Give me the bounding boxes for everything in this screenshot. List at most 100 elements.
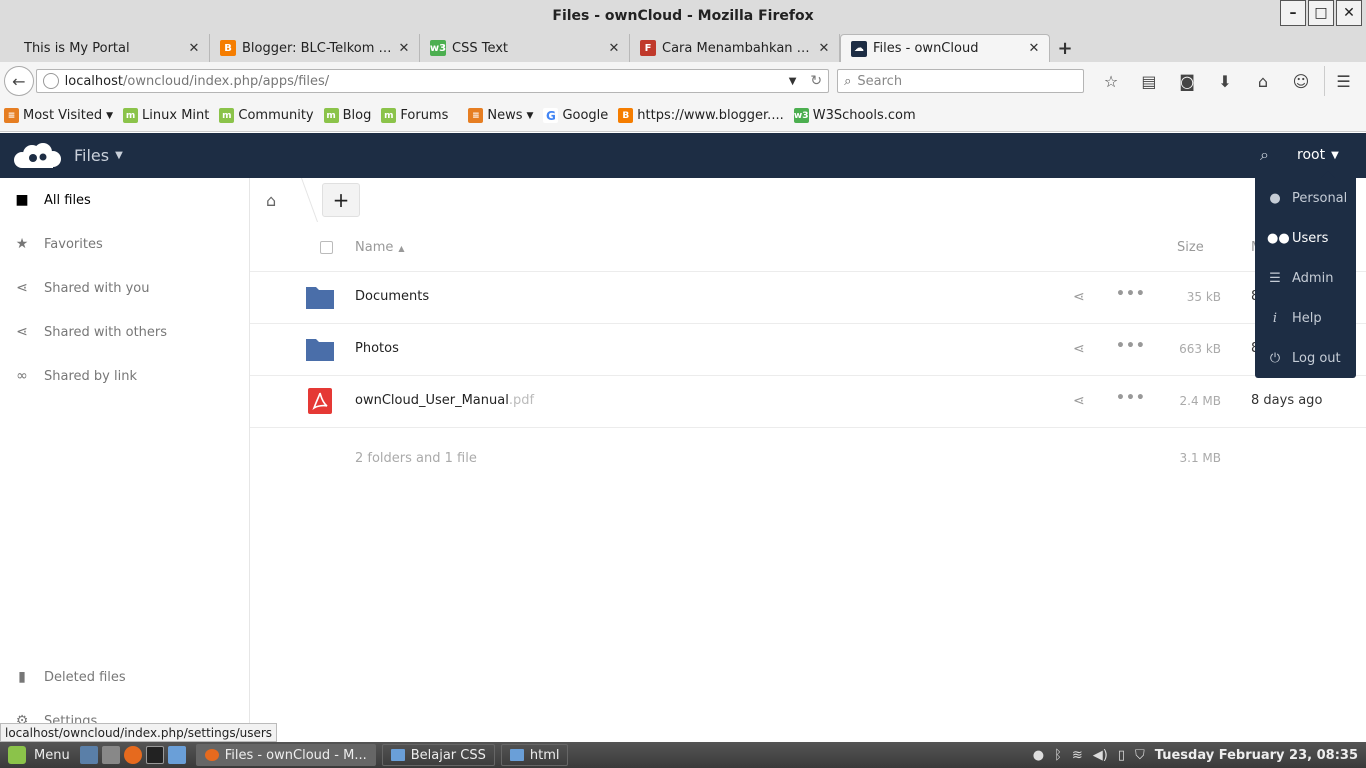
sidebar: ■ All files ★ Favorites ⋖ Shared with yo… bbox=[0, 178, 250, 742]
sidebar-item-deleted-files[interactable]: ▮ Deleted files bbox=[0, 655, 126, 699]
sidebar-item-favorites[interactable]: ★ Favorites bbox=[0, 222, 249, 266]
terminal-icon[interactable] bbox=[145, 746, 164, 764]
tab-blogger[interactable]: B Blogger: BLC-Telkom Klat… ✕ bbox=[210, 34, 420, 62]
reload-icon[interactable]: ↻ bbox=[810, 73, 822, 89]
firefox-icon[interactable] bbox=[123, 746, 142, 764]
home-icon[interactable]: ⌂ bbox=[266, 191, 286, 210]
sidebar-item-shared-with-you[interactable]: ⋖ Shared with you bbox=[0, 266, 249, 310]
more-actions-icon[interactable]: ••• bbox=[1116, 390, 1146, 406]
share-icon[interactable]: ⋖ bbox=[1073, 341, 1085, 357]
app-name: Files bbox=[74, 146, 110, 165]
file-name[interactable]: Photos bbox=[355, 341, 399, 356]
tab-css-text[interactable]: w3 CSS Text ✕ bbox=[420, 34, 630, 62]
file-name[interactable]: ownCloud_User_Manual.pdf bbox=[355, 393, 534, 408]
tab-close-icon[interactable]: ✕ bbox=[817, 41, 831, 56]
column-size-header[interactable]: Size bbox=[1177, 240, 1204, 255]
download-icon[interactable]: ⬇ bbox=[1206, 66, 1244, 96]
user-name: root bbox=[1297, 147, 1326, 163]
sidebar-item-label: Favorites bbox=[44, 236, 103, 252]
tab-close-icon[interactable]: ✕ bbox=[607, 41, 621, 56]
screenshot-icon[interactable] bbox=[101, 746, 120, 764]
bookmark-news[interactable]: ≡ News ▼ bbox=[468, 108, 533, 123]
bookmark-label: Google bbox=[562, 108, 609, 123]
new-file-button[interactable]: + bbox=[322, 183, 360, 217]
share-icon[interactable]: ⋖ bbox=[1073, 393, 1085, 409]
select-all-checkbox[interactable] bbox=[320, 241, 333, 254]
bookmark-label: Blog bbox=[342, 108, 372, 123]
bookmark-most-visited[interactable]: ≡ Most Visited ▼ bbox=[4, 108, 113, 123]
sidebar-item-shared-by-link[interactable]: ∞ Shared by link bbox=[0, 354, 249, 398]
tab-close-icon[interactable]: ✕ bbox=[187, 41, 201, 56]
bookmark-community[interactable]: m Community bbox=[219, 108, 314, 123]
file-name[interactable]: Documents bbox=[355, 289, 429, 304]
info-icon: i bbox=[1272, 310, 1278, 326]
close-window-button[interactable]: ✕ bbox=[1336, 0, 1362, 26]
chevron-down-icon: ▼ bbox=[1331, 149, 1339, 161]
table-row[interactable]: Documents ⋖ ••• 35 kB 8 bbox=[250, 272, 1366, 324]
url-dropdown-icon[interactable]: ▼ bbox=[789, 76, 797, 87]
volume-icon[interactable]: ◀) bbox=[1093, 748, 1108, 763]
owncloud-logo[interactable] bbox=[12, 142, 64, 170]
user-icon[interactable]: ● bbox=[1033, 748, 1044, 763]
home-icon[interactable]: ⌂ bbox=[1244, 66, 1282, 96]
file-basename: ownCloud_User_Manual bbox=[355, 393, 509, 408]
table-row[interactable]: Photos ⋖ ••• 663 kB 8 bbox=[250, 324, 1366, 376]
search-input[interactable]: ⌕ Search bbox=[837, 69, 1084, 93]
bookmark-forums[interactable]: m Forums bbox=[381, 108, 448, 123]
menu-item-admin[interactable]: ☰ Admin bbox=[1255, 258, 1356, 298]
menu-item-help[interactable]: i Help bbox=[1255, 298, 1356, 338]
menu-item-users[interactable]: ●● Users bbox=[1255, 218, 1356, 258]
table-row[interactable]: ownCloud_User_Manual.pdf ⋖ ••• 2.4 MB 8 … bbox=[250, 376, 1366, 428]
bluetooth-icon[interactable]: ᛒ bbox=[1054, 748, 1062, 763]
shield-icon[interactable]: ⛉ bbox=[1135, 748, 1145, 763]
search-icon[interactable]: ⌕ bbox=[1260, 145, 1269, 165]
wifi-icon[interactable]: ≋ bbox=[1072, 748, 1083, 763]
bookmark-star-icon[interactable]: ☆ bbox=[1092, 66, 1130, 96]
pocket-icon[interactable]: ◙ bbox=[1168, 66, 1206, 96]
sidebar-item-shared-with-others[interactable]: ⋖ Shared with others bbox=[0, 310, 249, 354]
bookmark-blog[interactable]: m Blog bbox=[323, 108, 372, 123]
minimize-button[interactable]: – bbox=[1280, 0, 1306, 26]
back-button[interactable]: ← bbox=[4, 66, 34, 96]
menu-item-personal[interactable]: ● Personal bbox=[1255, 178, 1356, 218]
chat-icon[interactable]: ☺ bbox=[1282, 66, 1320, 96]
tab-portal[interactable]: This is My Portal ✕ bbox=[0, 34, 210, 62]
google-icon: G bbox=[543, 108, 559, 123]
rss-icon: ≡ bbox=[4, 108, 19, 123]
user-menu-button[interactable]: root ▼ bbox=[1297, 147, 1339, 163]
start-menu-button[interactable]: Menu bbox=[0, 742, 80, 768]
more-actions-icon[interactable]: ••• bbox=[1116, 338, 1146, 354]
breadcrumb-separator bbox=[285, 178, 319, 222]
new-tab-button[interactable]: + bbox=[1050, 34, 1080, 62]
taskbar-window-belajar-css[interactable]: Belajar CSS bbox=[381, 744, 495, 766]
sort-ascending-icon: ▲ bbox=[398, 244, 405, 253]
taskbar-window-html[interactable]: html bbox=[500, 744, 569, 766]
tab-owncloud-files[interactable]: ☁ Files - ownCloud ✕ bbox=[840, 34, 1050, 62]
taskbar-window-firefox[interactable]: Files - ownCloud - M... bbox=[195, 744, 376, 766]
bookmark-linux-mint[interactable]: m Linux Mint bbox=[123, 108, 209, 123]
show-desktop-icon[interactable] bbox=[79, 746, 98, 764]
firefox-icon bbox=[204, 749, 219, 761]
maximize-button[interactable]: □ bbox=[1308, 0, 1334, 26]
tab-cara-menambahkan[interactable]: F Cara Menambahkan Use… ✕ bbox=[630, 34, 840, 62]
clock[interactable]: Tuesday February 23, 08:35 bbox=[1155, 748, 1358, 763]
column-name-header[interactable]: Name ▲ bbox=[355, 240, 405, 255]
url-bar[interactable]: localhost /owncloud/index.php/apps/files… bbox=[35, 69, 830, 93]
bookmark-w3schools[interactable]: w3 W3Schools.com bbox=[793, 108, 916, 123]
bookmark-blogger[interactable]: B https://www.blogger.... bbox=[618, 108, 784, 123]
tab-label: This is My Portal bbox=[24, 40, 130, 56]
battery-icon[interactable]: ▯ bbox=[1118, 748, 1125, 763]
files-icon[interactable] bbox=[167, 746, 186, 764]
menu-item-logout[interactable]: ⏻ Log out bbox=[1255, 338, 1356, 378]
more-actions-icon[interactable]: ••• bbox=[1116, 286, 1146, 302]
sidebar-item-all-files[interactable]: ■ All files bbox=[0, 178, 249, 222]
tab-close-icon[interactable]: ✕ bbox=[1027, 41, 1041, 56]
reading-list-icon[interactable]: ▤ bbox=[1130, 66, 1168, 96]
share-icon: ⋖ bbox=[16, 324, 28, 340]
bookmark-google[interactable]: G Google bbox=[543, 108, 608, 123]
star-icon: ★ bbox=[15, 236, 29, 252]
share-icon[interactable]: ⋖ bbox=[1073, 289, 1085, 305]
app-menu-button[interactable]: Files ▼ bbox=[74, 146, 123, 165]
hamburger-menu-icon[interactable]: ☰ bbox=[1323, 66, 1362, 96]
tab-close-icon[interactable]: ✕ bbox=[397, 41, 411, 56]
